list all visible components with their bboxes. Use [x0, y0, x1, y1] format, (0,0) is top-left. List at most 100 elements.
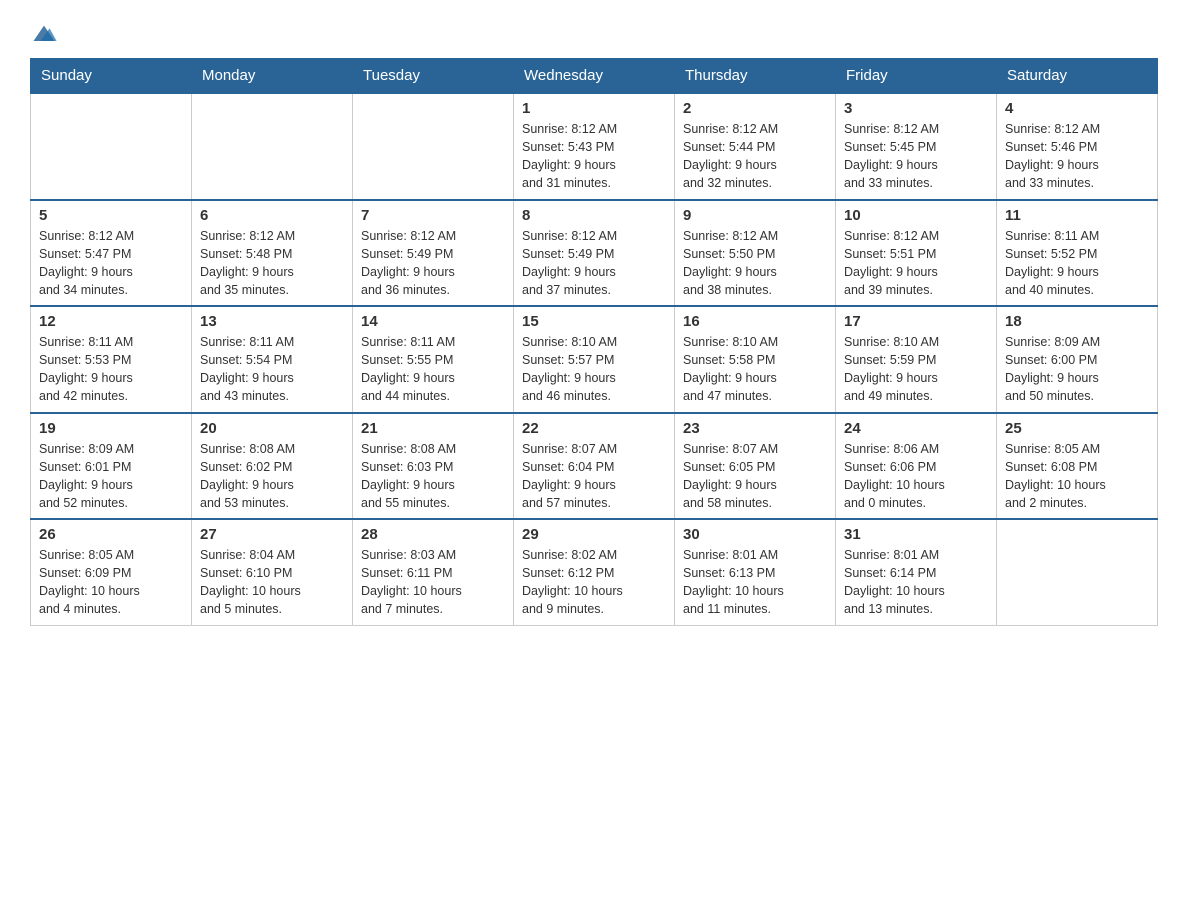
day-info: Sunrise: 8:04 AM Sunset: 6:10 PM Dayligh… [200, 546, 344, 619]
calendar-cell: 24 Sunrise: 8:06 AM Sunset: 6:06 PM Dayli… [836, 413, 997, 520]
day-number: 19 [39, 420, 183, 437]
day-info: Sunrise: 8:05 AM Sunset: 6:09 PM Dayligh… [39, 546, 183, 619]
day-info: Sunrise: 8:12 AM Sunset: 5:51 PM Dayligh… [844, 227, 988, 300]
day-info: Sunrise: 8:12 AM Sunset: 5:45 PM Dayligh… [844, 120, 988, 193]
page-header [30, 20, 1158, 48]
day-number: 8 [522, 207, 666, 224]
day-info: Sunrise: 8:12 AM Sunset: 5:43 PM Dayligh… [522, 120, 666, 193]
day-number: 18 [1005, 313, 1149, 330]
day-info: Sunrise: 8:12 AM Sunset: 5:46 PM Dayligh… [1005, 120, 1149, 193]
day-of-week-header: Monday [192, 59, 353, 94]
calendar-header-row: SundayMondayTuesdayWednesdayThursdayFrid… [31, 59, 1158, 94]
day-info: Sunrise: 8:10 AM Sunset: 5:57 PM Dayligh… [522, 333, 666, 406]
calendar-cell: 12 Sunrise: 8:11 AM Sunset: 5:53 PM Dayli… [31, 306, 192, 413]
calendar-cell [192, 93, 353, 200]
day-number: 14 [361, 313, 505, 330]
day-number: 22 [522, 420, 666, 437]
calendar-cell: 23Sunrise: 8:07 AM Sunset: 6:05 PM Dayli… [675, 413, 836, 520]
week-row: 26 Sunrise: 8:05 AM Sunset: 6:09 PM Dayli… [31, 519, 1158, 625]
day-number: 16 [683, 313, 827, 330]
day-number: 31 [844, 526, 988, 543]
calendar-cell: 19 Sunrise: 8:09 AM Sunset: 6:01 PM Dayli… [31, 413, 192, 520]
day-of-week-header: Thursday [675, 59, 836, 94]
day-number: 27 [200, 526, 344, 543]
day-of-week-header: Wednesday [514, 59, 675, 94]
day-number: 30 [683, 526, 827, 543]
calendar-cell: 2 Sunrise: 8:12 AM Sunset: 5:44 PM Daylig… [675, 93, 836, 200]
day-info: Sunrise: 8:07 AM Sunset: 6:05 PM Dayligh… [683, 440, 827, 513]
day-info: Sunrise: 8:11 AM Sunset: 5:52 PM Dayligh… [1005, 227, 1149, 300]
calendar-cell: 13 Sunrise: 8:11 AM Sunset: 5:54 PM Dayli… [192, 306, 353, 413]
day-info: Sunrise: 8:12 AM Sunset: 5:44 PM Dayligh… [683, 120, 827, 193]
calendar-cell: 1 Sunrise: 8:12 AM Sunset: 5:43 PM Daylig… [514, 93, 675, 200]
day-number: 17 [844, 313, 988, 330]
day-info: Sunrise: 8:01 AM Sunset: 6:14 PM Dayligh… [844, 546, 988, 619]
day-number: 20 [200, 420, 344, 437]
day-info: Sunrise: 8:11 AM Sunset: 5:55 PM Dayligh… [361, 333, 505, 406]
day-number: 7 [361, 207, 505, 224]
day-number: 28 [361, 526, 505, 543]
calendar-cell: 26 Sunrise: 8:05 AM Sunset: 6:09 PM Dayli… [31, 519, 192, 625]
day-number: 24 [844, 420, 988, 437]
day-number: 1 [522, 100, 666, 117]
day-info: Sunrise: 8:09 AM Sunset: 6:00 PM Dayligh… [1005, 333, 1149, 406]
day-number: 12 [39, 313, 183, 330]
day-number: 5 [39, 207, 183, 224]
day-number: 6 [200, 207, 344, 224]
calendar-cell [997, 519, 1158, 625]
day-info: Sunrise: 8:06 AM Sunset: 6:06 PM Dayligh… [844, 440, 988, 513]
day-of-week-header: Tuesday [353, 59, 514, 94]
calendar-cell: 3Sunrise: 8:12 AM Sunset: 5:45 PM Daylig… [836, 93, 997, 200]
day-number: 26 [39, 526, 183, 543]
logo-icon [30, 20, 58, 48]
day-number: 21 [361, 420, 505, 437]
day-number: 25 [1005, 420, 1149, 437]
day-number: 10 [844, 207, 988, 224]
day-info: Sunrise: 8:10 AM Sunset: 5:59 PM Dayligh… [844, 333, 988, 406]
day-info: Sunrise: 8:07 AM Sunset: 6:04 PM Dayligh… [522, 440, 666, 513]
day-info: Sunrise: 8:10 AM Sunset: 5:58 PM Dayligh… [683, 333, 827, 406]
day-info: Sunrise: 8:08 AM Sunset: 6:02 PM Dayligh… [200, 440, 344, 513]
day-info: Sunrise: 8:09 AM Sunset: 6:01 PM Dayligh… [39, 440, 183, 513]
day-number: 29 [522, 526, 666, 543]
day-info: Sunrise: 8:12 AM Sunset: 5:49 PM Dayligh… [361, 227, 505, 300]
calendar-cell: 30 Sunrise: 8:01 AM Sunset: 6:13 PM Dayli… [675, 519, 836, 625]
day-info: Sunrise: 8:11 AM Sunset: 5:53 PM Dayligh… [39, 333, 183, 406]
day-of-week-header: Friday [836, 59, 997, 94]
day-info: Sunrise: 8:05 AM Sunset: 6:08 PM Dayligh… [1005, 440, 1149, 513]
calendar-cell: 15 Sunrise: 8:10 AM Sunset: 5:57 PM Dayli… [514, 306, 675, 413]
day-number: 2 [683, 100, 827, 117]
day-info: Sunrise: 8:03 AM Sunset: 6:11 PM Dayligh… [361, 546, 505, 619]
day-number: 13 [200, 313, 344, 330]
calendar-cell: 9Sunrise: 8:12 AM Sunset: 5:50 PM Daylig… [675, 200, 836, 307]
week-row: 5 Sunrise: 8:12 AM Sunset: 5:47 PM Daylig… [31, 200, 1158, 307]
calendar-cell: 7 Sunrise: 8:12 AM Sunset: 5:49 PM Daylig… [353, 200, 514, 307]
day-info: Sunrise: 8:12 AM Sunset: 5:48 PM Dayligh… [200, 227, 344, 300]
calendar-cell: 27 Sunrise: 8:04 AM Sunset: 6:10 PM Dayli… [192, 519, 353, 625]
calendar-cell: 11Sunrise: 8:11 AM Sunset: 5:52 PM Dayli… [997, 200, 1158, 307]
calendar-cell: 20 Sunrise: 8:08 AM Sunset: 6:02 PM Dayli… [192, 413, 353, 520]
calendar-cell: 6 Sunrise: 8:12 AM Sunset: 5:48 PM Daylig… [192, 200, 353, 307]
day-number: 9 [683, 207, 827, 224]
day-info: Sunrise: 8:01 AM Sunset: 6:13 PM Dayligh… [683, 546, 827, 619]
logo [30, 20, 60, 48]
calendar-cell: 21Sunrise: 8:08 AM Sunset: 6:03 PM Dayli… [353, 413, 514, 520]
week-row: 12 Sunrise: 8:11 AM Sunset: 5:53 PM Dayli… [31, 306, 1158, 413]
day-info: Sunrise: 8:12 AM Sunset: 5:49 PM Dayligh… [522, 227, 666, 300]
calendar-cell: 14 Sunrise: 8:11 AM Sunset: 5:55 PM Dayli… [353, 306, 514, 413]
calendar-cell: 8 Sunrise: 8:12 AM Sunset: 5:49 PM Daylig… [514, 200, 675, 307]
day-info: Sunrise: 8:11 AM Sunset: 5:54 PM Dayligh… [200, 333, 344, 406]
calendar-cell [31, 93, 192, 200]
day-info: Sunrise: 8:12 AM Sunset: 5:47 PM Dayligh… [39, 227, 183, 300]
calendar-cell: 29Sunrise: 8:02 AM Sunset: 6:12 PM Dayli… [514, 519, 675, 625]
calendar-cell: 18 Sunrise: 8:09 AM Sunset: 6:00 PM Dayli… [997, 306, 1158, 413]
calendar-cell: 17 Sunrise: 8:10 AM Sunset: 5:59 PM Dayli… [836, 306, 997, 413]
calendar-cell: 22 Sunrise: 8:07 AM Sunset: 6:04 PM Dayli… [514, 413, 675, 520]
day-of-week-header: Sunday [31, 59, 192, 94]
day-of-week-header: Saturday [997, 59, 1158, 94]
day-number: 15 [522, 313, 666, 330]
calendar-cell: 4Sunrise: 8:12 AM Sunset: 5:46 PM Daylig… [997, 93, 1158, 200]
week-row: 19 Sunrise: 8:09 AM Sunset: 6:01 PM Dayli… [31, 413, 1158, 520]
calendar-cell: 16 Sunrise: 8:10 AM Sunset: 5:58 PM Dayli… [675, 306, 836, 413]
calendar-cell [353, 93, 514, 200]
